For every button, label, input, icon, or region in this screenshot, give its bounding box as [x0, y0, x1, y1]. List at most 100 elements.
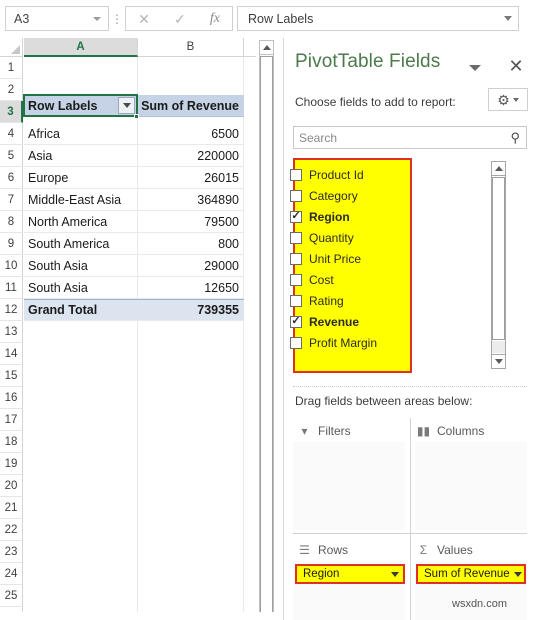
row-header-2[interactable]: 2: [0, 79, 23, 101]
row-header-13[interactable]: 13: [0, 321, 23, 343]
cell-a8[interactable]: North America: [24, 211, 138, 233]
field-item-revenue[interactable]: ✓ Revenue: [290, 311, 359, 332]
checkbox-profit-margin[interactable]: [290, 336, 302, 349]
search-input[interactable]: Search ⚲: [293, 126, 527, 149]
cell-b3[interactable]: Sum of Revenue: [138, 95, 244, 117]
column-header-c-partial[interactable]: [244, 38, 256, 57]
row-header-14[interactable]: 14: [0, 343, 23, 365]
column-header-b[interactable]: B: [138, 38, 244, 57]
field-list-scrollbar[interactable]: [491, 161, 506, 369]
cell-a6[interactable]: Europe: [24, 167, 138, 189]
row-header-11[interactable]: 11: [0, 277, 23, 299]
field-item-cost[interactable]: Cost: [290, 269, 334, 290]
fill-handle[interactable]: [134, 114, 139, 119]
name-box[interactable]: A3: [5, 6, 109, 31]
triangle-down-icon[interactable]: [492, 354, 505, 368]
field-item-quantity[interactable]: Quantity: [290, 227, 354, 248]
row-header-24[interactable]: 24: [0, 563, 23, 585]
chevron-down-icon[interactable]: [93, 16, 101, 21]
field-list-background: [412, 158, 527, 373]
field-item-rating[interactable]: Rating: [290, 290, 344, 311]
cell-b7[interactable]: 364890: [138, 189, 244, 211]
row-header-6[interactable]: 6: [0, 167, 23, 189]
checkbox-rating[interactable]: [290, 294, 302, 307]
bottom-strip: [0, 612, 283, 620]
row-header-7[interactable]: 7: [0, 189, 23, 211]
checkbox-category[interactable]: [290, 189, 302, 202]
field-list-scrollbar-track[interactable]: [492, 341, 505, 353]
field-list-scrollbar-thumb[interactable]: [492, 177, 505, 340]
row-header-12[interactable]: 12: [0, 299, 23, 321]
field-item-region[interactable]: ✓ Region: [290, 206, 350, 227]
row-header-20[interactable]: 20: [0, 475, 23, 497]
cell-a10[interactable]: South Asia: [24, 255, 138, 277]
field-label: Category: [309, 188, 358, 203]
checkbox-region[interactable]: ✓: [290, 210, 302, 223]
rows-field-pill-region[interactable]: Region: [295, 564, 405, 584]
formula-input[interactable]: Row Labels: [237, 6, 519, 31]
scrollbar-thumb[interactable]: [260, 56, 273, 616]
chevron-down-icon[interactable]: [391, 571, 399, 577]
drop-zone-columns[interactable]: [415, 442, 527, 530]
chevron-down-icon[interactable]: [469, 65, 481, 71]
row-header-4[interactable]: 4: [0, 123, 23, 145]
cell-b4[interactable]: 6500: [138, 123, 244, 145]
column-header-a[interactable]: A: [24, 38, 138, 57]
check-icon[interactable]: ✓: [174, 12, 186, 26]
checkbox-quantity[interactable]: [290, 231, 302, 244]
cell-b11[interactable]: 12650: [138, 277, 244, 299]
values-field-pill-sum-of-revenue[interactable]: Sum of Revenue: [416, 564, 526, 584]
triangle-up-icon[interactable]: [260, 41, 273, 55]
field-item-category[interactable]: Category: [290, 185, 358, 206]
choose-fields-label: Choose fields to add to report:: [295, 95, 456, 109]
row-header-10[interactable]: 10: [0, 255, 23, 277]
row-header-9[interactable]: 9: [0, 233, 23, 255]
cell-b12-grand-total[interactable]: 739355: [138, 299, 244, 321]
row-header-19[interactable]: 19: [0, 453, 23, 475]
close-icon[interactable]: ✕: [506, 56, 526, 76]
row-header-18[interactable]: 18: [0, 431, 23, 453]
cell-a5[interactable]: Asia: [24, 145, 138, 167]
search-icon[interactable]: ⚲: [510, 130, 520, 146]
cell-b10[interactable]: 29000: [138, 255, 244, 277]
row-header-16[interactable]: 16: [0, 387, 23, 409]
checkbox-cost[interactable]: [290, 273, 302, 286]
cell-b5[interactable]: 220000: [138, 145, 244, 167]
cell-a4[interactable]: Africa: [24, 123, 138, 145]
pill-label: Region: [303, 568, 340, 580]
chevron-down-icon[interactable]: [513, 571, 522, 577]
drop-zone-filters[interactable]: [293, 442, 405, 530]
row-header-5[interactable]: 5: [0, 145, 23, 167]
checkbox-unit-price[interactable]: [290, 252, 302, 265]
field-item-product-id[interactable]: Product Id: [290, 164, 364, 185]
filter-dropdown-icon[interactable]: [118, 97, 135, 114]
triangle-up-icon[interactable]: [492, 162, 505, 176]
row-header-1[interactable]: 1: [0, 57, 23, 79]
row-header-23[interactable]: 23: [0, 541, 23, 563]
cell-b6[interactable]: 26015: [138, 167, 244, 189]
close-icon[interactable]: ✕: [138, 12, 150, 26]
chevron-down-icon[interactable]: [504, 16, 512, 21]
cell-a11[interactable]: South Asia: [24, 277, 138, 299]
cell-a12-grand-total[interactable]: Grand Total: [24, 299, 138, 321]
checkbox-product-id[interactable]: [290, 168, 302, 181]
row-header-8[interactable]: 8: [0, 211, 23, 233]
checkbox-revenue[interactable]: ✓: [290, 315, 302, 328]
row-header-21[interactable]: 21: [0, 497, 23, 519]
row-header-17[interactable]: 17: [0, 409, 23, 431]
cell-b8[interactable]: 79500: [138, 211, 244, 233]
field-list-tools-button[interactable]: ⚙: [488, 88, 528, 111]
row-header-25[interactable]: 25: [0, 585, 23, 607]
cell-a7[interactable]: Middle-East Asia: [24, 189, 138, 211]
cell-b9[interactable]: 800: [138, 233, 244, 255]
worksheet-grid[interactable]: A B 1 2 3 4 5 6 7 8 9 10 11 12 13 14 15 …: [0, 38, 256, 620]
cell-a9[interactable]: South America: [24, 233, 138, 255]
row-header-15[interactable]: 15: [0, 365, 23, 387]
field-item-unit-price[interactable]: Unit Price: [290, 248, 361, 269]
worksheet-vertical-scrollbar[interactable]: [259, 40, 274, 618]
row-header-3[interactable]: 3: [0, 101, 23, 123]
row-header-22[interactable]: 22: [0, 519, 23, 541]
fx-icon[interactable]: fx: [210, 11, 220, 27]
field-item-profit-margin[interactable]: Profit Margin: [290, 332, 377, 353]
select-all-corner[interactable]: [0, 38, 23, 57]
